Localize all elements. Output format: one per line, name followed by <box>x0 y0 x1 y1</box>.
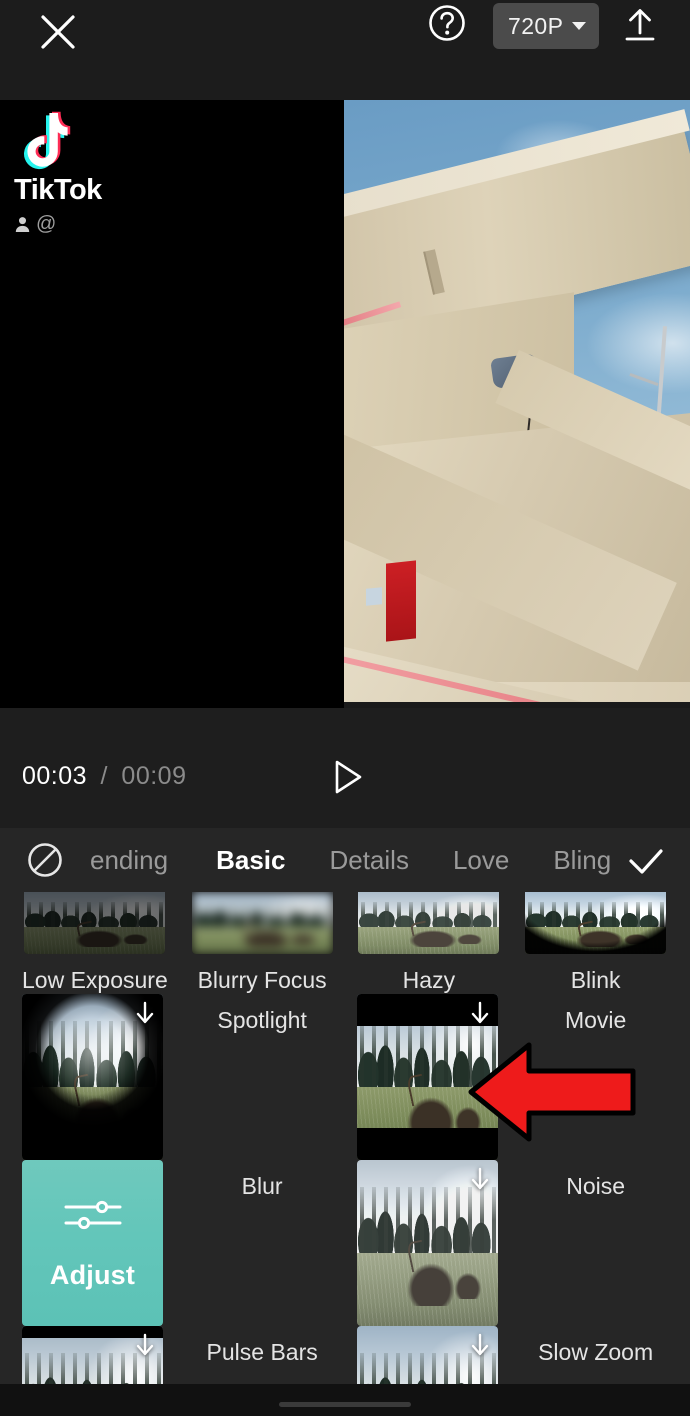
tab-ending[interactable]: ending <box>90 845 168 876</box>
download-icon[interactable] <box>469 1000 491 1026</box>
effect-label: Blur <box>241 1173 283 1199</box>
effect-label: Movie <box>564 1007 627 1033</box>
playback-bar: 00:03 / 00:09 <box>0 708 690 828</box>
tab-love[interactable]: Love <box>453 845 509 876</box>
effect-label: Hazy <box>402 967 456 993</box>
home-indicator-bar <box>0 1384 690 1416</box>
effect-label: Blink <box>570 967 621 993</box>
effects-panel: ending Basic Details Love Bling Low Expo… <box>0 828 690 1384</box>
download-icon[interactable] <box>134 1000 156 1026</box>
effect-label: Blurry Focus <box>197 967 327 993</box>
effect-item-blink[interactable]: Blink <box>523 892 668 994</box>
effect-item-blurry-focus[interactable]: Blurry Focus <box>190 892 335 994</box>
export-icon[interactable] <box>617 1 663 49</box>
download-icon[interactable] <box>469 1166 491 1192</box>
effect-item-low-exposure[interactable]: Low Exposure <box>22 892 168 994</box>
tab-bling[interactable]: Bling <box>553 845 611 876</box>
person-icon <box>15 216 30 232</box>
effect-label: Spotlight <box>217 1007 307 1033</box>
effect-thumbnail <box>191 892 333 954</box>
effect-thumbnail <box>358 892 500 954</box>
effect-label: Low Exposure <box>22 967 168 993</box>
effect-thumbnail-selected: Adjust <box>22 1160 163 1326</box>
effect-thumbnail <box>356 994 498 1160</box>
chevron-down-icon <box>572 22 587 30</box>
tiktok-note-icon <box>24 111 71 170</box>
resolution-selector[interactable]: 720P <box>493 3 600 49</box>
effect-label: Slow Zoom <box>538 1339 654 1365</box>
tiktok-watermark: TikTok @ <box>14 110 214 234</box>
effect-label: Noise <box>566 1173 626 1199</box>
effect-thumbnail <box>356 1160 498 1326</box>
effect-thumbnail <box>356 1326 498 1384</box>
tiktok-brand-label: TikTok <box>14 174 102 206</box>
video-editor-screen: 720P TikTok @ 00:03 / 00:09 ending Basic… <box>0 0 690 1416</box>
video-frame <box>344 100 690 708</box>
resolution-label: 720P <box>508 12 564 39</box>
video-preview-area[interactable]: TikTok @ <box>0 100 690 708</box>
time-display: 00:03 / 00:09 <box>22 762 186 791</box>
effect-label: Pulse Bars <box>206 1339 318 1365</box>
no-effect-icon[interactable] <box>26 841 64 879</box>
effect-thumbnail <box>24 892 166 954</box>
sliders-icon <box>64 1200 121 1229</box>
tab-basic[interactable]: Basic <box>216 845 285 876</box>
download-icon[interactable] <box>134 1332 156 1358</box>
tiktok-handle-row: @ <box>14 214 214 234</box>
current-time: 00:03 <box>22 762 88 790</box>
effect-thumbnail <box>525 892 667 954</box>
effect-category-tabs: ending Basic Details Love Bling <box>0 828 690 892</box>
tiktok-handle-label: @ <box>36 213 57 235</box>
confirm-icon[interactable] <box>624 840 668 882</box>
download-icon[interactable] <box>469 1332 491 1358</box>
effect-thumbnail <box>22 994 163 1160</box>
adjust-label: Adjust <box>49 1259 136 1290</box>
play-button[interactable] <box>326 756 368 798</box>
time-separator: / <box>100 762 108 790</box>
help-icon[interactable] <box>424 0 470 46</box>
top-toolbar: 720P <box>0 0 690 100</box>
effects-grid: Low Exposure Blurry Focus Hazy Blink Spo… <box>0 892 690 1384</box>
close-icon[interactable] <box>32 6 84 58</box>
effect-thumbnail <box>22 1326 163 1384</box>
total-time: 00:09 <box>121 762 187 790</box>
tab-details[interactable]: Details <box>329 845 408 876</box>
adjust-overlay[interactable]: Adjust <box>22 1160 163 1326</box>
effect-item-hazy[interactable]: Hazy <box>357 892 502 994</box>
